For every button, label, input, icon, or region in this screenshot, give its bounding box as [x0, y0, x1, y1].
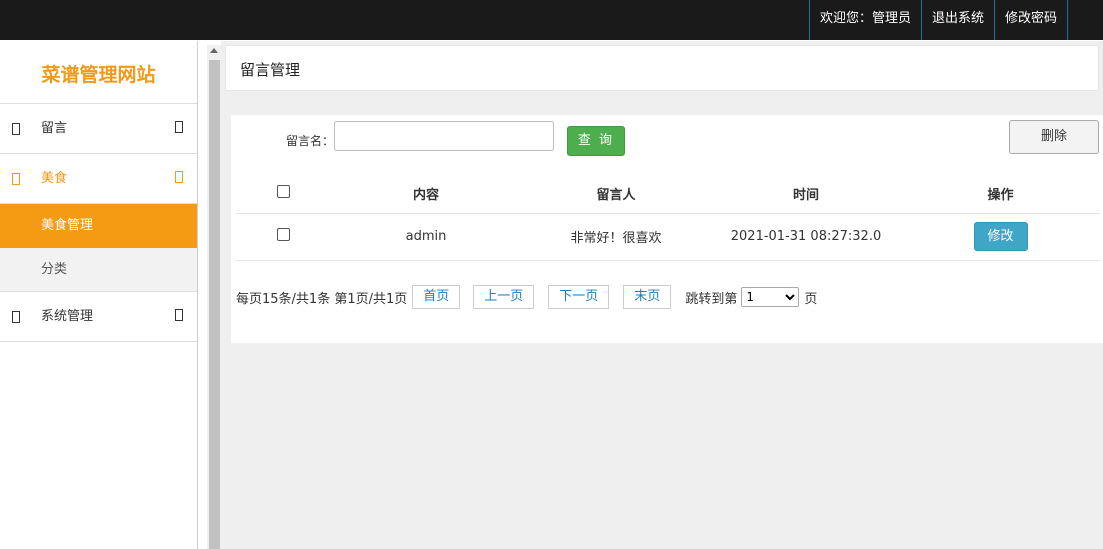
page-suffix: 页	[804, 291, 818, 307]
sidebar-item-label: 系统管理	[41, 309, 94, 324]
pagination: 每页15条/共1条 第1页/共1页 首页 上一页 下一页 末页 跳转到第 1 页	[236, 285, 817, 309]
scrollbar[interactable]	[207, 45, 221, 549]
main-content: 留言管理 留言名： 查 询 删除 内容 留言人 时间 操作 admin 非常好！…	[221, 41, 1103, 549]
menu-icon	[12, 173, 20, 185]
table-row: admin 非常好！很喜欢 2021-01-31 08:27:32.0 修改	[236, 213, 1100, 261]
page-jump-select[interactable]: 1	[741, 287, 800, 307]
column-header-author: 留言人	[521, 175, 711, 214]
delete-button[interactable]: 删除	[1009, 120, 1099, 154]
chevron-icon	[175, 121, 183, 133]
sidebar-item-label: 留言	[41, 121, 68, 136]
scroll-up-icon[interactable]	[210, 48, 218, 53]
logout-link[interactable]: 退出系统	[920, 0, 994, 40]
search-label: 留言名：	[286, 134, 335, 148]
query-button[interactable]: 查 询	[567, 126, 625, 156]
message-table: 内容 留言人 时间 操作 admin 非常好！很喜欢 2021-01-31 08…	[236, 175, 1100, 261]
last-page-button[interactable]: 末页	[623, 285, 672, 309]
edit-button[interactable]: 修改	[973, 222, 1028, 251]
change-password-link[interactable]: 修改密码	[993, 0, 1068, 40]
sidebar-item-system[interactable]: 系统管理	[0, 292, 197, 342]
chevron-icon	[175, 171, 183, 183]
search-input[interactable]	[334, 121, 554, 151]
column-header-time: 时间	[711, 175, 901, 214]
select-all-checkbox[interactable]	[277, 185, 290, 199]
welcome-text: 欢迎您：管理员	[808, 0, 921, 40]
sidebar-item-label: 美食	[41, 171, 68, 186]
menu-icon	[12, 123, 20, 135]
sidebar: 菜谱管理网站 留言 美食 美食管理 分类 系统管理	[0, 41, 198, 549]
first-page-button[interactable]: 首页	[412, 285, 461, 309]
jump-label: 跳转到第	[685, 291, 738, 307]
row-checkbox[interactable]	[277, 228, 290, 241]
column-header-content: 内容	[331, 175, 521, 214]
pagination-summary: 每页15条/共1条 第1页/共1页	[236, 291, 408, 307]
sidebar-item-food[interactable]: 美食	[0, 154, 197, 204]
sidebar-subitem-food-management[interactable]: 美食管理	[0, 204, 197, 248]
column-header-action: 操作	[901, 175, 1100, 214]
top-bar: 欢迎您：管理员 退出系统 修改密码	[0, 0, 1103, 40]
menu-icon	[12, 311, 20, 323]
cell-author: 非常好！很喜欢	[521, 213, 711, 261]
sidebar-subitem-category[interactable]: 分类	[0, 248, 197, 292]
sidebar-item-messages[interactable]: 留言	[0, 104, 197, 154]
prev-page-button[interactable]: 上一页	[473, 285, 535, 309]
table-header-row: 内容 留言人 时间 操作	[236, 175, 1100, 214]
page-title: 留言管理	[240, 61, 301, 79]
top-links: 欢迎您：管理员 退出系统 修改密码	[808, 0, 1068, 40]
site-logo: 菜谱管理网站	[0, 41, 197, 104]
cell-time: 2021-01-31 08:27:32.0	[711, 213, 901, 261]
chevron-icon	[175, 309, 183, 321]
scrollbar-thumb[interactable]	[209, 60, 220, 549]
cell-content: admin	[331, 213, 521, 261]
content-panel: 留言名： 查 询 删除 内容 留言人 时间 操作 admin 非常好！很喜欢 2…	[231, 115, 1103, 343]
page-header: 留言管理	[225, 45, 1099, 91]
next-page-button[interactable]: 下一页	[548, 285, 610, 309]
